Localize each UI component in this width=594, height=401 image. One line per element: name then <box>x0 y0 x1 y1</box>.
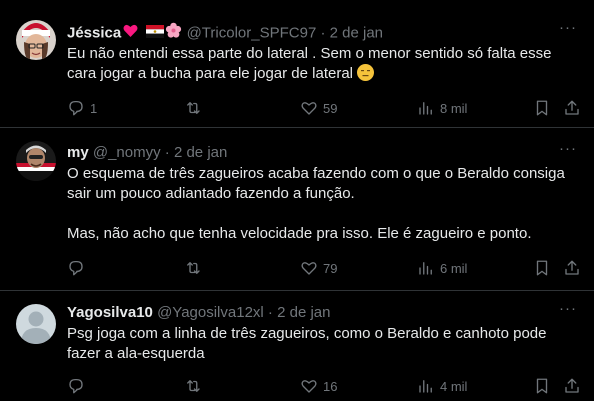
tweet-text: Psg joga com a linha de três zagueiros, … <box>67 325 551 362</box>
share-button[interactable] <box>563 258 581 278</box>
bookmark-button[interactable] <box>533 98 551 118</box>
display-name[interactable]: Yagosilva10 <box>67 304 153 321</box>
post-date[interactable]: 2 de jan <box>174 144 227 161</box>
more-icon[interactable]: ··· <box>558 20 578 42</box>
bookmark-icon <box>536 378 548 394</box>
user-handle[interactable]: @_nomyy <box>93 144 161 161</box>
reply-tweet[interactable]: Yagosilva10 @Yagosilva12xl · 2 de jan ··… <box>0 291 594 401</box>
like-icon <box>301 262 317 275</box>
bookmark-icon <box>536 100 548 116</box>
reply-icon <box>69 100 83 116</box>
reply-button[interactable] <box>67 258 90 278</box>
views-count: 4 mil <box>440 378 468 394</box>
egypt-flag-emoji <box>146 24 165 44</box>
views-button[interactable]: 8 mil <box>417 98 467 118</box>
avatar[interactable] <box>16 304 56 344</box>
user-handle[interactable]: @Yagosilva12xl <box>157 304 264 321</box>
avatar[interactable] <box>16 141 56 181</box>
tweet-text: O esquema de três zagueiros acaba fazend… <box>67 165 565 242</box>
user-handle[interactable]: @Tricolor_SPFC97 <box>187 24 317 41</box>
like-button[interactable]: 79 <box>300 258 337 278</box>
separator: · <box>320 24 326 42</box>
post-date[interactable]: 2 de jan <box>330 24 383 41</box>
like-icon <box>301 102 317 115</box>
share-icon <box>565 100 579 115</box>
reply-icon <box>69 378 83 394</box>
like-count: 79 <box>323 260 338 276</box>
reply-tweet[interactable]: Jéssica @Tricolor_SPFC97 · 2 de jan ··· … <box>0 0 594 128</box>
retweet-icon <box>187 380 200 392</box>
retweet-icon <box>187 102 200 114</box>
post-date[interactable]: 2 de jan <box>277 304 330 321</box>
flower-emoji <box>165 22 182 45</box>
bookmark-button[interactable] <box>533 376 551 396</box>
share-icon <box>565 378 579 393</box>
share-icon <box>565 260 579 275</box>
more-icon[interactable]: ··· <box>558 141 578 163</box>
retweet-button[interactable] <box>184 98 207 118</box>
heart-emoji <box>123 24 138 44</box>
views-icon <box>419 102 432 115</box>
views-icon <box>419 380 432 393</box>
share-button[interactable] <box>563 376 581 396</box>
retweet-button[interactable] <box>184 376 207 396</box>
separator: · <box>267 304 273 321</box>
views-icon <box>419 262 432 275</box>
separator: · <box>164 144 170 161</box>
views-count: 6 mil <box>440 260 468 276</box>
reply-tweet[interactable]: my @_nomyy · 2 de jan ··· O esquema de t… <box>0 128 594 291</box>
retweet-icon <box>187 262 200 274</box>
like-button[interactable]: 16 <box>300 376 337 396</box>
bookmark-icon <box>536 260 548 276</box>
like-count: 59 <box>323 100 338 116</box>
display-name[interactable]: Jéssica <box>67 24 121 41</box>
tweet-text: Eu não entendi essa parte do lateral . S… <box>67 45 556 82</box>
display-name[interactable]: my <box>67 144 89 161</box>
views-button[interactable]: 6 mil <box>417 258 467 278</box>
reply-icon <box>69 260 83 276</box>
like-button[interactable]: 59 <box>300 98 337 118</box>
retweet-button[interactable] <box>184 258 207 278</box>
reply-count: 1 <box>90 100 98 116</box>
expressionless-emoji <box>357 64 375 81</box>
views-count: 8 mil <box>440 100 468 116</box>
share-button[interactable] <box>563 98 581 118</box>
bookmark-button[interactable] <box>533 258 551 278</box>
views-button[interactable]: 4 mil <box>417 376 467 396</box>
like-count: 16 <box>323 378 338 394</box>
like-icon <box>301 380 317 393</box>
reply-button[interactable] <box>67 376 90 396</box>
avatar[interactable] <box>16 20 56 60</box>
more-icon[interactable]: ··· <box>558 301 578 323</box>
reply-button[interactable]: 1 <box>67 98 97 118</box>
